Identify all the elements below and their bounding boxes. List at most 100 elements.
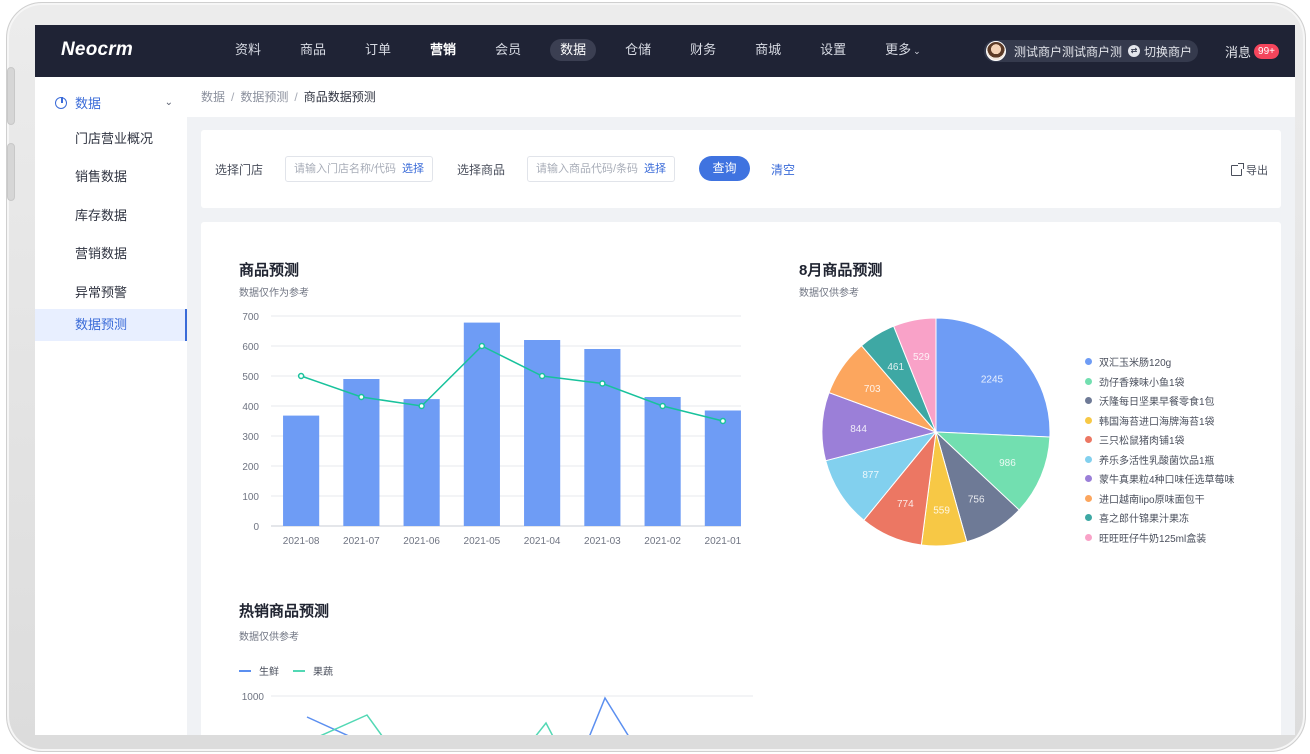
x-tick-label: 2021-07 (343, 536, 380, 547)
x-tick-label: 2021-03 (584, 536, 621, 547)
merchant-switcher[interactable]: 测试商户测试商户测试商户 ⇄ 切换商户 (984, 40, 1198, 62)
bar (584, 349, 621, 526)
legend-item[interactable]: 喜之郎什锦果汁果冻 (1085, 508, 1235, 528)
x-tick-label: 2021-02 (644, 536, 681, 547)
avatar (986, 41, 1006, 61)
nav-item[interactable]: 商品 (290, 39, 336, 61)
query-button[interactable]: 查询 (699, 156, 750, 181)
message-count-badge: 99+ (1254, 44, 1279, 59)
breadcrumb-current: 商品数据预测 (303, 90, 376, 104)
legend-item[interactable]: 沃隆每日坚果早餐零食1包 (1085, 391, 1235, 411)
y-tick-label: 400 (242, 402, 259, 413)
sidebar-item[interactable]: 门店营业概况 (35, 123, 187, 155)
messages-button[interactable]: 消息 99+ (1225, 42, 1279, 61)
nav-item[interactable]: 仓储 (615, 39, 661, 61)
legend-item[interactable]: 养乐多活性乳酸菌饮品1瓶 (1085, 450, 1235, 470)
nav-item[interactable]: 会员 (485, 39, 531, 61)
nav-item[interactable]: 设置 (810, 39, 856, 61)
line-point (538, 372, 546, 380)
legend-label: 双汇玉米肠120g (1099, 358, 1172, 370)
export-button[interactable]: 导出 (1231, 162, 1268, 178)
legend-item[interactable]: 双汇玉米肠120g (1085, 352, 1235, 372)
nav-item[interactable]: 商城 (745, 39, 791, 61)
legend-swatch (1085, 436, 1092, 444)
nav-item[interactable]: 数据 (550, 39, 597, 61)
bar (403, 399, 440, 526)
bar (343, 379, 380, 526)
nav-item[interactable]: 财务 (680, 39, 726, 61)
y-tick-label: 1000 (242, 692, 265, 703)
store-input[interactable]: 请输入门店名称/代码 选择 (285, 156, 433, 182)
hot-chart-subtitle: 数据仅供参考 (239, 632, 299, 643)
chevron-down-icon: ⌄ (913, 46, 921, 56)
bar (644, 397, 681, 526)
sidebar-item[interactable]: 数据预测 (35, 309, 187, 341)
legend-item[interactable]: 进口越南lipo原味面包干 (1085, 489, 1235, 509)
nav-item[interactable]: 资料 (225, 39, 271, 61)
nav-item-label: 资料 (235, 42, 262, 57)
x-tick-label: 2021-05 (464, 536, 501, 547)
nav-item-label: 财务 (690, 42, 717, 57)
store-select-link[interactable]: 选择 (402, 157, 432, 181)
legend-swatch (1085, 514, 1092, 522)
legend-swatch (1085, 475, 1092, 483)
hot-chart-title: 热销商品预测 (239, 603, 330, 620)
breadcrumb-item[interactable]: 数据 (201, 90, 225, 104)
pie-legend: 双汇玉米肠120g 劲仔香辣味小鱼1袋 沃隆每日坚果早餐零食1包韩国海苔进口海牌海苔… (1085, 352, 1235, 547)
pie-slice-label: 774 (897, 499, 914, 510)
pie-slice-label: 461 (887, 362, 904, 373)
nav-item[interactable]: 订单 (355, 39, 401, 61)
line-point (297, 372, 305, 380)
nav-item-label: 商城 (755, 42, 782, 57)
goods-select-link[interactable]: 选择 (644, 157, 674, 181)
sidebar-item[interactable]: 营销数据 (35, 238, 187, 270)
legend-item[interactable]: 劲仔香辣味小鱼1袋 (1085, 372, 1235, 392)
legend-item[interactable]: 韩国海苔进口海牌海苔1袋 (1085, 411, 1235, 431)
export-icon (1231, 162, 1244, 176)
bar (283, 415, 320, 526)
main-nav: 资料 商品 订单 营销 会员 数据 仓储 财务 商城 设置 更多 ⌄ (225, 39, 950, 61)
pie-chart-icon (55, 96, 67, 109)
y-tick-label: 300 (242, 432, 259, 443)
legend-swatch (1085, 533, 1092, 541)
pie-slice-label: 529 (913, 352, 930, 363)
clear-button[interactable]: 清空 (771, 161, 795, 178)
merchant-name: 测试商户测试商户测试商户 (1014, 44, 1122, 59)
x-tick-label: 2021-04 (524, 536, 561, 547)
pie-slice-label: 844 (850, 424, 867, 435)
sidebar-item[interactable]: 异常预警 (35, 277, 187, 309)
legend-label: 进口越南lipo原味面包干 (1099, 494, 1205, 506)
sidebar: 数据 ⌄ 门店营业概况 销售数据库存数据营销数据异常预警 数据预测 (35, 77, 187, 735)
legend-label: 喜之郎什锦果汁果冻 (1099, 514, 1189, 526)
sidebar-item[interactable]: 库存数据 (35, 200, 187, 232)
goods-label: 选择商品 (457, 163, 506, 177)
legend-item[interactable]: 蒙牛真果粒4种口味任选草莓味 (1085, 469, 1235, 489)
messages-label: 消息 (1225, 45, 1252, 60)
legend-item[interactable]: 旺旺旺仔牛奶125ml盒装 (1085, 528, 1235, 548)
series-line (589, 696, 629, 735)
pie-slice-label: 559 (933, 505, 950, 516)
device-side-button (7, 143, 15, 201)
legend-swatch (1085, 455, 1092, 463)
nav-item-label: 更多 (885, 42, 912, 57)
nav-item[interactable]: 营销 (420, 39, 466, 61)
pie-slice-label: 877 (862, 470, 879, 481)
swap-icon: ⇄ (1128, 45, 1140, 57)
legend-label: 韩国海苔进口海牌海苔1袋 (1099, 416, 1215, 428)
legend-label: 三只松鼠猪肉铺1袋 (1099, 436, 1185, 448)
switch-merchant-label: 切换商户 (1144, 44, 1193, 59)
legend-item[interactable]: 三只松鼠猪肉铺1袋 (1085, 430, 1235, 450)
sidebar-section-data[interactable]: 数据 ⌄ (55, 93, 173, 112)
sidebar-item[interactable]: 销售数据 (35, 161, 187, 193)
y-tick-label: 100 (242, 492, 259, 503)
x-tick-label: 2021-08 (283, 536, 320, 547)
breadcrumb-item[interactable]: 数据预测 (240, 90, 288, 104)
store-label: 选择门店 (215, 163, 264, 177)
nav-item-label: 商品 (300, 42, 327, 57)
goods-input[interactable]: 请输入商品代码/条码 选择 (527, 156, 675, 182)
nav-item[interactable]: 更多 ⌄ (875, 39, 931, 61)
line-point (599, 380, 606, 387)
y-tick-label: 500 (242, 372, 259, 383)
device-side-button (7, 67, 15, 125)
line-point (719, 417, 727, 425)
